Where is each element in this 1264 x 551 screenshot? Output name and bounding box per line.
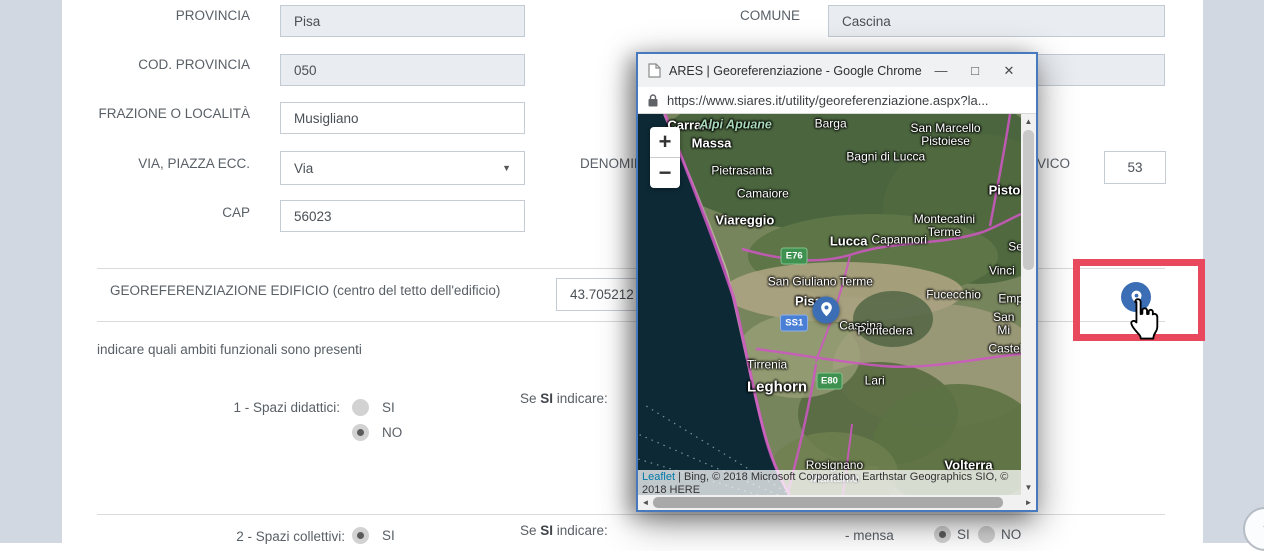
map-label-lari: Lari [865, 375, 885, 388]
map-label-san-mi: San Mi [993, 311, 1014, 337]
page-background-left [0, 0, 62, 543]
map-label-lucca: Lucca [830, 235, 868, 248]
cap-label: CAP [97, 205, 250, 220]
leaflet-link[interactable]: Leaflet [642, 471, 675, 483]
scroll-left-icon[interactable]: ◄ [638, 495, 653, 510]
spazi-didattici-si-label: SI [382, 400, 395, 415]
scroll-up-icon[interactable]: ▲ [1021, 114, 1036, 129]
leaflet-map[interactable]: CarraraAlpi ApuaneBargaSan Marcello Pist… [638, 114, 1021, 495]
mensa-label: - mensa [845, 528, 894, 543]
map-label-e76: E76 [781, 248, 808, 265]
page-background-right [1203, 0, 1264, 543]
vertical-scrollbar-thumb[interactable] [1023, 130, 1034, 270]
via-select-value: Via [294, 161, 313, 176]
vertical-scrollbar[interactable]: ▲ ▼ [1021, 114, 1036, 495]
page-icon [648, 63, 661, 78]
cod-provincia-label: COD. PROVINCIA [97, 57, 250, 72]
minimize-button[interactable]: — [924, 63, 958, 78]
frazione-field[interactable] [280, 102, 525, 134]
mensa-si-label: SI [957, 527, 970, 542]
map-location-marker [813, 296, 840, 323]
map-label-ss1: SS1 [780, 315, 808, 332]
georeferenziazione-popup-window[interactable]: ARES | Georeferenziazione - Google Chrom… [636, 52, 1038, 512]
spazi-collettivi-si-label: SI [382, 528, 395, 543]
scroll-down-icon[interactable]: ▼ [1021, 480, 1036, 495]
horizontal-scrollbar[interactable]: ◄ ► [638, 495, 1036, 510]
popup-url: https://www.siares.it/utility/georeferen… [667, 93, 989, 108]
spazi-didattici-no-radio[interactable] [352, 424, 369, 441]
zoom-out-button[interactable]: − [650, 158, 680, 188]
via-select[interactable]: Via ▼ [280, 151, 525, 185]
provincia-field[interactable] [280, 5, 525, 37]
map-label-camaiore: Camaiore [737, 188, 789, 201]
divider [97, 514, 1165, 515]
close-button[interactable]: ✕ [992, 63, 1026, 79]
zoom-in-button[interactable]: + [650, 127, 680, 158]
map-label-empo: Empo [998, 293, 1021, 306]
maximize-button[interactable]: □ [958, 63, 992, 78]
map-label-bagni-di-lucca: Bagni di Lucca [846, 151, 925, 164]
spazi-collettivi-si-radio[interactable] [352, 527, 369, 544]
spazi-collettivi-label: 2 - Spazi collettivi: [155, 529, 345, 544]
numero-civico-field[interactable] [1104, 151, 1166, 184]
scroll-right-icon[interactable]: ► [1021, 495, 1036, 510]
cod-provincia-field[interactable] [280, 54, 525, 86]
comune-field[interactable] [828, 5, 1165, 37]
map-label-leghorn: Leghorn [747, 381, 807, 394]
map-label-vinci: Vinci [989, 264, 1015, 277]
page: { "colors": {"highlight_red": "#e9495c",… [0, 0, 1264, 543]
map-label-pietrasanta: Pietrasanta [711, 165, 772, 178]
map-label-pontedera: Pontedera [857, 325, 912, 338]
map-label-san-marcello-pistoiese: San Marcello Pistoiese [911, 122, 981, 148]
map-label-tirrenia: Tirrenia [747, 359, 787, 372]
map-label-se: Se [1008, 241, 1021, 254]
hand-cursor-icon [1122, 298, 1164, 349]
map-label-capannori: Capannori [872, 234, 927, 247]
map-label-castelfio: Castelfio [988, 343, 1021, 356]
map-label-barga: Barga [815, 117, 847, 130]
spazi-didattici-label: 1 - Spazi didattici: [150, 400, 340, 415]
map-pin-icon [818, 302, 834, 318]
ambiti-hint: indicare quali ambiti funzionali sono pr… [97, 342, 362, 357]
spazi-didattici-si-radio[interactable] [352, 399, 369, 416]
horizontal-scrollbar-thumb[interactable] [653, 497, 1003, 508]
popup-urlbar[interactable]: https://www.siares.it/utility/georeferen… [638, 87, 1036, 114]
map-label-e80: E80 [816, 373, 843, 390]
chevron-down-icon: ▼ [502, 163, 511, 173]
popup-title: ARES | Georeferenziazione - Google Chrom… [669, 64, 924, 78]
mensa-no-label: NO [1001, 527, 1021, 542]
map-label-massa: Massa [692, 136, 732, 149]
provincia-label: PROVINCIA [97, 8, 250, 23]
map-label-pistoia: Pistoia [989, 184, 1021, 197]
map-zoom-control: + − [650, 127, 680, 188]
frazione-label: FRAZIONE O LOCALITÀ [97, 106, 250, 121]
cap-field[interactable] [280, 200, 525, 232]
se-si-indicare-1: Se SI indicare: [520, 391, 608, 406]
map-attribution: Leaflet | Bing, © 2018 Microsoft Corpora… [638, 470, 1021, 495]
lock-icon [648, 94, 658, 107]
via-label: VIA, PIAZZA ECC. [97, 156, 250, 171]
se-si-indicare-2: Se SI indicare: [520, 523, 608, 538]
spazi-didattici-no-label: NO [382, 425, 402, 440]
popup-page-body: CarraraAlpi ApuaneBargaSan Marcello Pist… [638, 114, 1036, 510]
map-label-san-giuliano-terme: San Giuliano Terme [768, 276, 873, 289]
mensa-si-radio[interactable] [934, 526, 951, 543]
popup-titlebar[interactable]: ARES | Georeferenziazione - Google Chrom… [638, 54, 1036, 87]
map-label-alpi-apuane: Alpi Apuane [699, 119, 771, 132]
map-label-fucecchio: Fucecchio [926, 288, 981, 301]
georef-label: GEOREFERENZIAZIONE EDIFICIO (centro del … [110, 283, 500, 298]
comune-label: COMUNE [650, 8, 800, 23]
map-label-viareggio: Viareggio [715, 214, 774, 227]
mensa-no-radio[interactable] [978, 526, 995, 543]
